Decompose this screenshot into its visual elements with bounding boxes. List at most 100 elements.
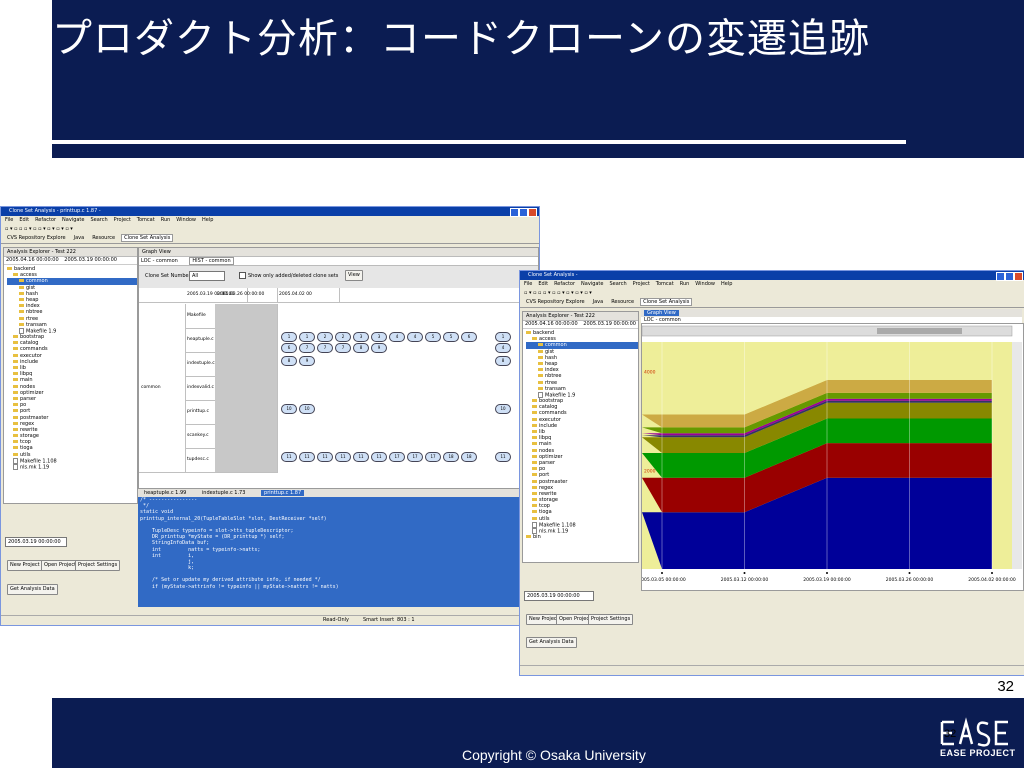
clone-id-badge[interactable]: 7: [299, 343, 315, 353]
date-dropdown[interactable]: 2005.03.19 00:00:00: [5, 537, 67, 547]
editor-tab-printtup[interactable]: printtup.c 1.87: [261, 490, 305, 496]
date-from-tab[interactable]: 2005.04.16 00:00:00: [525, 321, 578, 327]
perspective-tab[interactable]: Clone Set Analysis: [121, 234, 174, 242]
menu-item-refactor[interactable]: Refactor: [554, 281, 575, 287]
menu-item-tomcat[interactable]: Tomcat: [656, 281, 674, 287]
maximize-icon[interactable]: [519, 208, 528, 217]
clone-id-badge[interactable]: 10: [495, 404, 511, 414]
new-project-button[interactable]: New Project: [7, 560, 43, 571]
menu-item-refactor[interactable]: Refactor: [35, 217, 56, 223]
open-project-button[interactable]: Open Project: [41, 560, 80, 571]
tree-item[interactable]: nls.mk 1.19: [7, 464, 137, 471]
code-editor[interactable]: /* ---------------- */static void printtu…: [138, 497, 521, 607]
clone-id-badge[interactable]: 11: [299, 452, 315, 462]
menu-item-run[interactable]: Run: [680, 281, 690, 287]
menu-item-search[interactable]: Search: [609, 281, 626, 287]
date-to-tab[interactable]: 2005.03.19 00:00:00: [583, 321, 636, 327]
clone-id-badge[interactable]: 11: [317, 452, 333, 462]
clone-id-badge[interactable]: 5: [425, 332, 441, 342]
clone-id-badge[interactable]: 4: [389, 332, 405, 342]
perspective-tab[interactable]: Resource: [609, 299, 636, 305]
date-from-tab[interactable]: 2005.04.16 00:00:00: [6, 257, 59, 263]
clone-id-badge[interactable]: 17: [407, 452, 423, 462]
clone-id-badge[interactable]: 1: [299, 332, 315, 342]
perspective-tab[interactable]: Resource: [90, 235, 117, 241]
clone-id-badge[interactable]: 11: [495, 452, 511, 462]
menu-item-file[interactable]: File: [5, 217, 13, 223]
menu-item-help[interactable]: Help: [721, 281, 732, 287]
analysis-explorer-tab[interactable]: Analysis Explorer - Test 222: [523, 312, 638, 321]
date-dropdown[interactable]: 2005.03.19 00:00:00: [524, 591, 594, 601]
clone-id-badge[interactable]: 3: [353, 332, 369, 342]
view-button[interactable]: View: [345, 270, 363, 281]
editor-tab-indextuple[interactable]: indextuple.c 1.73: [202, 490, 246, 496]
x-tick-marker[interactable]: [826, 572, 828, 574]
perspective-tab[interactable]: Clone Set Analysis: [640, 298, 693, 306]
clone-id-badge[interactable]: 7: [317, 343, 333, 353]
x-tick-marker[interactable]: [743, 572, 746, 574]
clone-id-badge[interactable]: 5: [443, 332, 459, 342]
perspective-tab[interactable]: CVS Repository Explore: [524, 299, 587, 305]
clone-id-badge[interactable]: 3: [371, 332, 387, 342]
scrollbar-thumb[interactable]: [877, 328, 962, 334]
tab-hist-common[interactable]: HIST - common: [189, 257, 234, 265]
date-to-tab[interactable]: 2005.03.19 00:00:00: [64, 257, 117, 263]
menu-item-edit[interactable]: Edit: [19, 217, 29, 223]
x-tick-marker[interactable]: [661, 572, 663, 574]
menu-item-window[interactable]: Window: [695, 281, 715, 287]
menu-item-window[interactable]: Window: [176, 217, 196, 223]
close-icon[interactable]: [528, 208, 537, 217]
minimize-icon[interactable]: [996, 272, 1005, 281]
clone-id-badge[interactable]: 11: [353, 452, 369, 462]
menu-item-search[interactable]: Search: [90, 217, 107, 223]
clone-id-badge[interactable]: 11: [371, 452, 387, 462]
clone-id-badge[interactable]: 10: [281, 404, 297, 414]
clone-id-badge[interactable]: 2: [335, 332, 351, 342]
menu-item-project[interactable]: Project: [633, 281, 650, 287]
menu-item-tomcat[interactable]: Tomcat: [137, 217, 155, 223]
editor-tab-heaptuple[interactable]: heaptuple.c 1.99: [144, 490, 186, 496]
clone-id-badge[interactable]: 6: [281, 343, 297, 353]
clone-id-badge[interactable]: 17: [389, 452, 405, 462]
clone-id-badge[interactable]: 2: [317, 332, 333, 342]
close-icon[interactable]: [1014, 272, 1023, 281]
vertical-scrollbar[interactable]: [1012, 342, 1022, 569]
get-analysis-data-button[interactable]: Get Analysis Data: [7, 584, 58, 595]
clone-id-badge[interactable]: 8: [353, 343, 369, 353]
clone-set-number-dropdown[interactable]: All: [189, 271, 225, 281]
clone-id-badge[interactable]: 1: [495, 332, 511, 342]
clone-id-badge[interactable]: 11: [281, 452, 297, 462]
clone-id-badge[interactable]: 11: [335, 452, 351, 462]
x-tick-marker[interactable]: [991, 572, 993, 574]
clone-id-badge[interactable]: 6: [461, 332, 477, 342]
menu-item-project[interactable]: Project: [114, 217, 131, 223]
clone-id-badge[interactable]: 18: [443, 452, 459, 462]
menu-item-navigate[interactable]: Navigate: [62, 217, 84, 223]
menu-item-help[interactable]: Help: [202, 217, 213, 223]
clone-id-badge[interactable]: 17: [425, 452, 441, 462]
clone-id-badge[interactable]: 10: [299, 404, 315, 414]
perspective-tab[interactable]: Java: [591, 299, 606, 305]
menu-item-run[interactable]: Run: [161, 217, 171, 223]
clone-id-badge[interactable]: 7: [335, 343, 351, 353]
menu-item-file[interactable]: File: [524, 281, 532, 287]
get-analysis-data-button[interactable]: Get Analysis Data: [526, 637, 577, 648]
clone-id-badge[interactable]: 8: [281, 356, 297, 366]
analysis-explorer-tab[interactable]: Analysis Explorer - Test 222: [4, 248, 137, 257]
clone-id-badge[interactable]: 9: [299, 356, 315, 366]
maximize-icon[interactable]: [1005, 272, 1014, 281]
perspective-tab[interactable]: Java: [72, 235, 87, 241]
clone-id-badge[interactable]: 1: [281, 332, 297, 342]
graph-view-tab[interactable]: Graph View: [139, 248, 538, 257]
added-deleted-checkbox[interactable]: [239, 272, 246, 279]
clone-id-badge[interactable]: 4: [495, 343, 511, 353]
clone-id-badge[interactable]: 9: [371, 343, 387, 353]
menu-item-edit[interactable]: Edit: [538, 281, 548, 287]
tab-loc-common[interactable]: LOC - common: [141, 258, 178, 264]
project-settings-button[interactable]: Project Settings: [75, 560, 121, 571]
clone-id-badge[interactable]: 18: [461, 452, 477, 462]
perspective-tab[interactable]: CVS Repository Explore: [5, 235, 68, 241]
minimize-icon[interactable]: [510, 208, 519, 217]
tree-item[interactable]: bin: [526, 534, 638, 540]
clone-id-badge[interactable]: 4: [407, 332, 423, 342]
